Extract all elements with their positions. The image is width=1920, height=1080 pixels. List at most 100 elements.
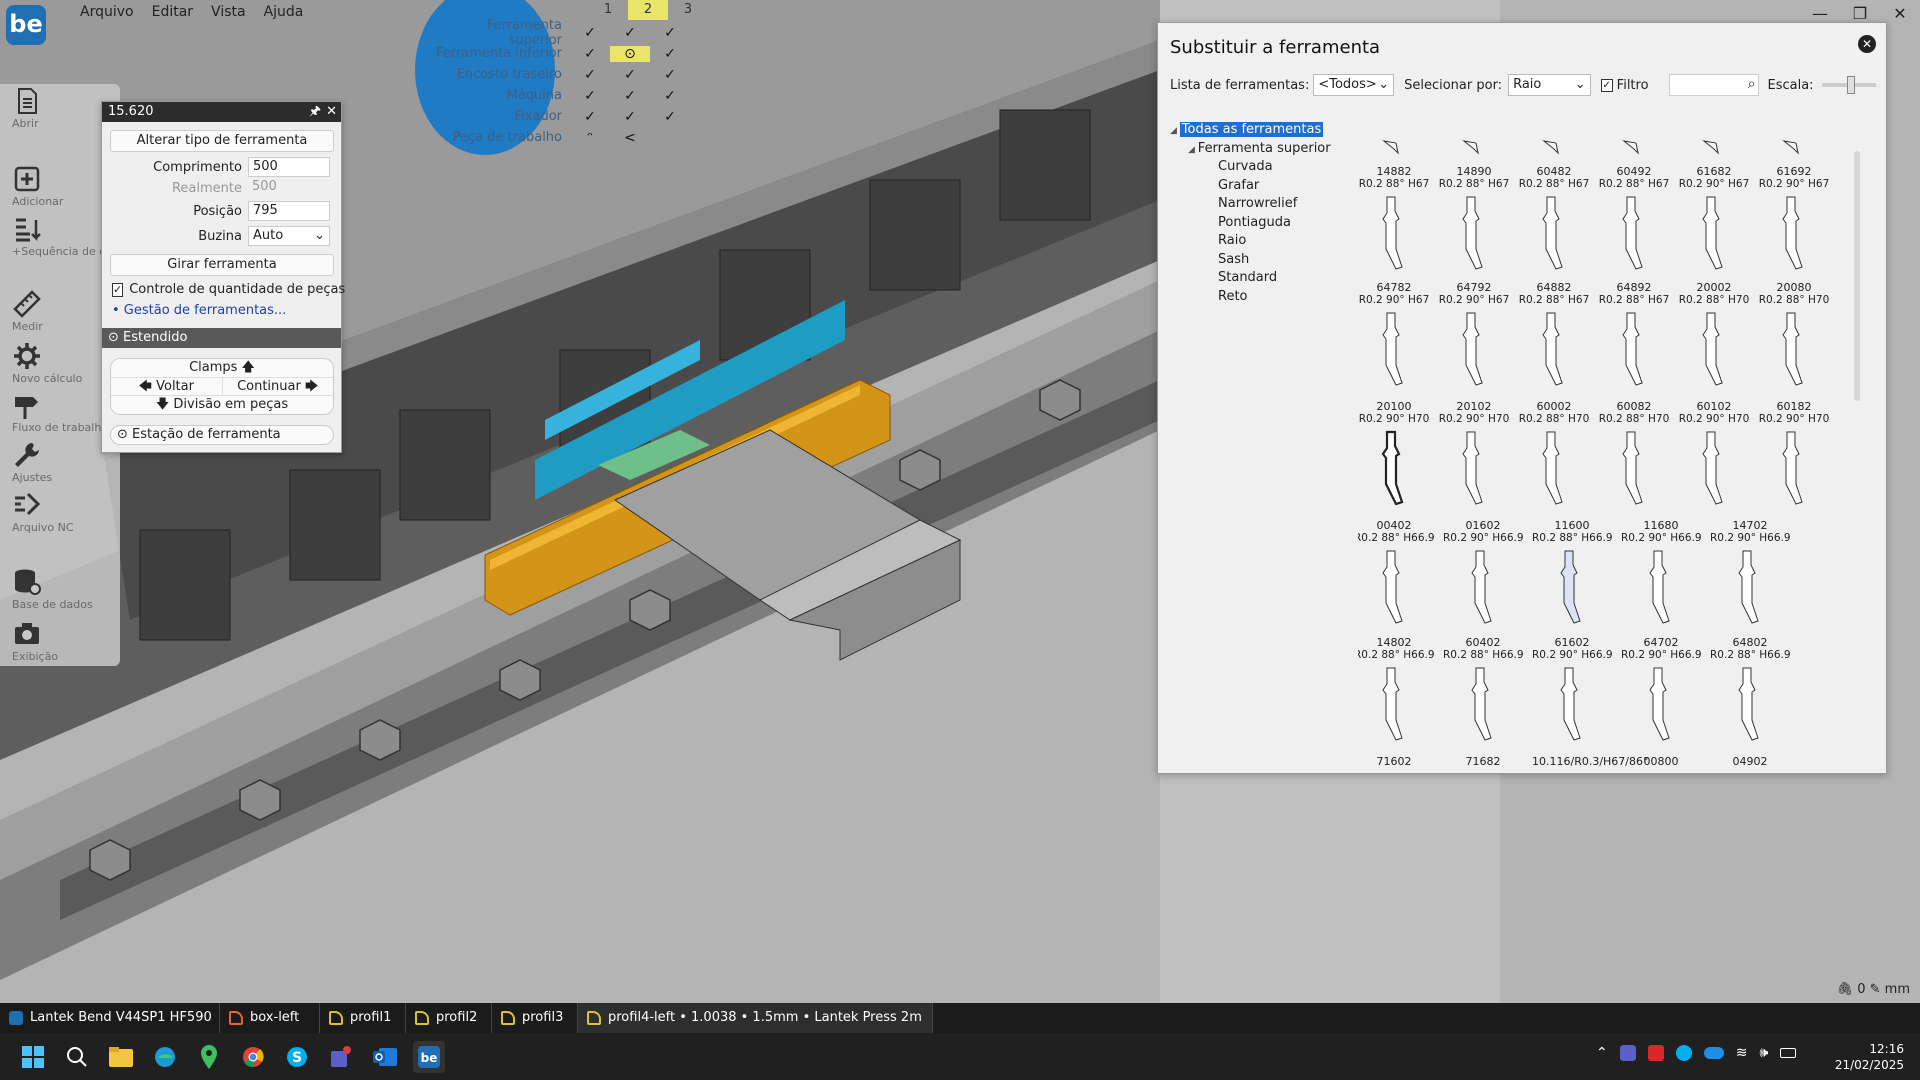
clamps-button[interactable]: Clamps 🡅 bbox=[111, 359, 333, 377]
tool-item[interactable]: 14890 R0.2 88° H67 bbox=[1434, 165, 1514, 271]
tool-item[interactable]: 60482 R0.2 88° H67 bbox=[1514, 165, 1594, 271]
tool-item[interactable]: 64882 R0.2 88° H67 bbox=[1514, 281, 1594, 387]
grid-check[interactable]: ✓ bbox=[570, 109, 610, 125]
grid-check[interactable]: ✓ bbox=[610, 88, 650, 104]
tree-item[interactable]: ◢ Todas as ferramentas bbox=[1170, 121, 1360, 140]
tool-item[interactable]: 00800 bbox=[1621, 755, 1701, 768]
tool-item[interactable]: 64702 R0.2 90° H66.9 bbox=[1621, 636, 1702, 742]
tree-item[interactable]: Reto bbox=[1170, 288, 1360, 307]
doc-tab[interactable]: profil4-left • 1.0038 • 1.5mm • Lantek P… bbox=[578, 1003, 933, 1055]
sidebar-item-database[interactable]: Base de dados bbox=[12, 567, 120, 611]
continue-button[interactable]: Continuar 🡆 bbox=[223, 378, 334, 395]
tool-item[interactable]: 60102 R0.2 90° H70 bbox=[1674, 400, 1754, 506]
grid-check[interactable]: ✓ bbox=[570, 67, 610, 83]
tool-item[interactable]: 10.116/R0.3/H67/86° bbox=[1532, 755, 1649, 768]
tool-item[interactable]: 61692 R0.2 90° H67 bbox=[1754, 165, 1834, 271]
grid-check[interactable]: ✓ bbox=[570, 88, 610, 104]
grid-check[interactable]: < bbox=[610, 130, 650, 146]
onedrive-icon[interactable] bbox=[1703, 1047, 1724, 1059]
tool-item[interactable]: 20100 R0.2 90° H70 bbox=[1358, 400, 1434, 506]
panel-titlebar[interactable]: 15.620 🖈 ✕ bbox=[102, 102, 341, 122]
grid-check[interactable]: ✓ bbox=[610, 109, 650, 125]
tool-item[interactable]: 11600 R0.2 88° H66.9 bbox=[1532, 519, 1613, 625]
tool-item[interactable]: 20002 R0.2 88° H70 bbox=[1674, 281, 1754, 387]
search-icon[interactable]: ⌕ bbox=[1748, 76, 1756, 92]
skype-icon[interactable]: S bbox=[281, 1041, 313, 1073]
tree-item[interactable]: ◢ Ferramenta superior bbox=[1170, 140, 1360, 159]
tool-item[interactable]: 64802 R0.2 88° H66.9 bbox=[1710, 636, 1791, 742]
grid-check[interactable]: ᵔ bbox=[570, 130, 610, 146]
tool-item[interactable]: 60002 R0.2 88° H70 bbox=[1514, 400, 1594, 506]
tool-item[interactable]: 60082 R0.2 88° H70 bbox=[1594, 400, 1674, 506]
station-col-2[interactable]: 2 bbox=[628, 0, 668, 20]
tool-item[interactable]: 71602 bbox=[1358, 755, 1434, 768]
doc-tab[interactable]: box-left bbox=[220, 1003, 320, 1033]
app-logo[interactable]: be bbox=[6, 5, 46, 45]
grid-check[interactable]: ✓ bbox=[570, 46, 610, 62]
sidebar-item-nc-file[interactable]: Arquivo NC bbox=[12, 490, 120, 534]
chevron-up-icon[interactable]: ⌃ bbox=[1596, 1045, 1608, 1061]
tool-item[interactable]: 00402 R0.2 88° H66.9 bbox=[1358, 519, 1435, 625]
tree-item[interactable]: Grafar bbox=[1170, 177, 1360, 196]
grid-check[interactable]: ✓ bbox=[570, 25, 610, 41]
maps-icon[interactable] bbox=[193, 1041, 225, 1073]
grid-check[interactable]: ✓ bbox=[610, 25, 650, 41]
tool-item[interactable]: 61682 R0.2 90° H67 bbox=[1674, 165, 1754, 271]
gallery-scrollbar[interactable] bbox=[1854, 151, 1860, 401]
tool-profile-icon[interactable] bbox=[1382, 137, 1402, 157]
menu-file[interactable]: Arquivo bbox=[80, 2, 134, 22]
menu-edit[interactable]: Editar bbox=[152, 2, 193, 22]
doc-tab[interactable]: Lantek Bend V44SP1 HF590 bbox=[0, 1003, 220, 1033]
outlook-icon[interactable] bbox=[369, 1041, 401, 1073]
doc-tab[interactable]: profil3 bbox=[492, 1003, 578, 1033]
tool-item[interactable]: 14702 R0.2 90° H66.9 bbox=[1710, 519, 1791, 625]
grid-check[interactable]: ✓ bbox=[650, 67, 690, 83]
tool-profile-icon[interactable] bbox=[1542, 137, 1562, 157]
tool-item[interactable]: 11680 R0.2 90° H66.9 bbox=[1621, 519, 1702, 625]
station-col-3[interactable]: 3 bbox=[668, 0, 708, 20]
tool-item[interactable]: 60492 R0.2 88° H67 bbox=[1594, 165, 1674, 271]
length-input[interactable]: 500 bbox=[248, 157, 330, 177]
chrome-icon[interactable] bbox=[237, 1041, 269, 1073]
clock[interactable]: 12:16 21/02/2025 bbox=[1835, 1041, 1904, 1073]
teams-icon[interactable] bbox=[325, 1041, 357, 1073]
qty-control-checkbox[interactable]: ✓ bbox=[112, 282, 124, 297]
tool-item[interactable]: 20102 R0.2 90° H70 bbox=[1434, 400, 1514, 506]
tool-item[interactable]: 61602 R0.2 90° H66.9 bbox=[1532, 636, 1613, 742]
skype-tray-icon[interactable] bbox=[1675, 1045, 1692, 1061]
tool-station-button[interactable]: ⊙ Estação de ferramenta bbox=[110, 425, 334, 445]
doc-tab[interactable]: profil1 bbox=[320, 1003, 406, 1033]
tool-item[interactable]: 71682 bbox=[1443, 755, 1523, 768]
tool-item[interactable]: 14802 R0.2 88° H66.9 bbox=[1358, 636, 1435, 742]
tool-item[interactable]: 14882 R0.2 88° H67 bbox=[1358, 165, 1434, 271]
file-explorer-icon[interactable] bbox=[105, 1041, 137, 1073]
expand-triangle-icon[interactable]: ◢ bbox=[1170, 126, 1180, 136]
tree-item[interactable]: Curvada bbox=[1170, 158, 1360, 177]
back-button[interactable]: 🡄 Voltar bbox=[111, 378, 223, 395]
select-by-select[interactable]: Raio ⌄ bbox=[1508, 74, 1591, 96]
tool-item[interactable]: 64892 R0.2 88° H67 bbox=[1594, 281, 1674, 387]
grid-check[interactable]: ✓ bbox=[610, 67, 650, 83]
tree-item[interactable]: Narrowrelief bbox=[1170, 195, 1360, 214]
tree-item[interactable]: Sash bbox=[1170, 251, 1360, 270]
rotate-tool-button[interactable]: Girar ferramenta bbox=[110, 254, 334, 276]
grid-check-selected[interactable]: ⊙ bbox=[610, 45, 650, 62]
tool-list-select[interactable]: <Todos> ⌄ bbox=[1313, 74, 1395, 96]
tool-management-link[interactable]: • Gestão de ferramentas... bbox=[112, 303, 286, 318]
position-input[interactable]: 795 bbox=[248, 201, 330, 221]
tool-profile-icon[interactable] bbox=[1622, 137, 1642, 157]
expand-triangle-icon[interactable]: ◢ bbox=[1188, 145, 1198, 155]
station-col-1[interactable]: 1 bbox=[588, 0, 628, 20]
lantek-bend-icon[interactable]: be bbox=[413, 1041, 445, 1073]
change-tool-type-button[interactable]: Alterar tipo de ferramenta bbox=[110, 130, 334, 152]
tool-item[interactable]: 60402 R0.2 88° H66.9 bbox=[1443, 636, 1524, 742]
grid-check[interactable]: ✓ bbox=[650, 109, 690, 125]
volume-icon[interactable]: 🕪 bbox=[1759, 1045, 1768, 1061]
tool-item[interactable]: 01602 R0.2 90° H66.9 bbox=[1443, 519, 1524, 625]
close-icon[interactable]: ✕ bbox=[1858, 35, 1876, 53]
tree-item[interactable]: Pontiaguda bbox=[1170, 214, 1360, 233]
tool-item[interactable]: 64792 R0.2 90° H67 bbox=[1434, 281, 1514, 387]
filter-checkbox[interactable]: ✓ bbox=[1600, 78, 1613, 92]
wifi-icon[interactable]: ≋ bbox=[1736, 1045, 1748, 1061]
scale-slider[interactable] bbox=[1821, 76, 1876, 94]
